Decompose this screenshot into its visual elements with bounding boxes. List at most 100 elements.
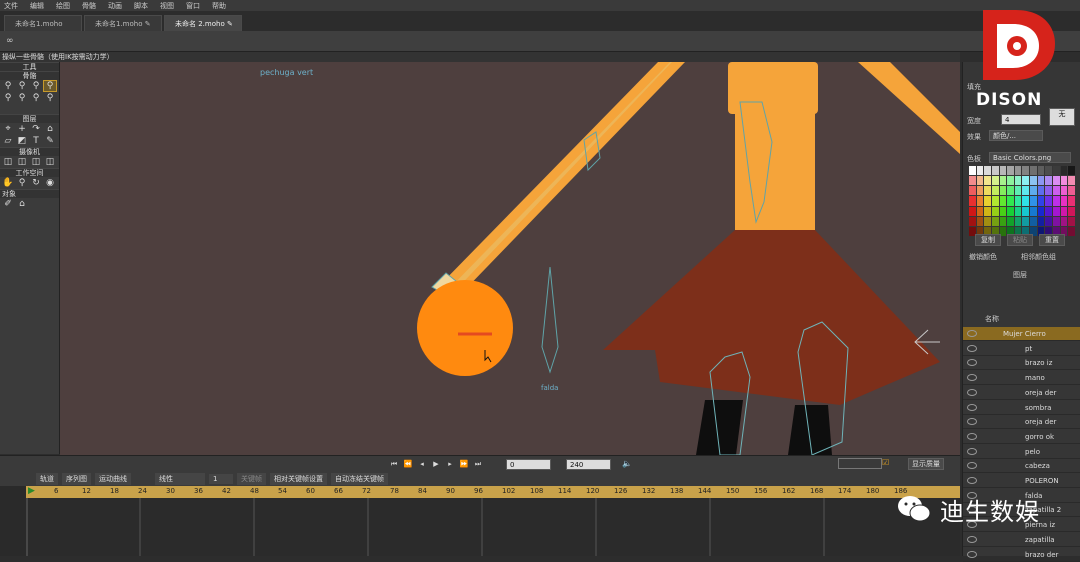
- color-swatch[interactable]: [1045, 196, 1053, 206]
- menu-help[interactable]: 帮助: [212, 1, 226, 11]
- color-swatch[interactable]: [1022, 186, 1030, 196]
- palette-select[interactable]: Basic Colors.png: [989, 152, 1071, 163]
- color-swatch[interactable]: [1068, 226, 1075, 236]
- auto-freeze-option[interactable]: 自动冻结关键帧: [331, 473, 388, 485]
- display-quality-button[interactable]: 显示质量: [908, 458, 944, 470]
- camera-roll-icon[interactable]: ◫: [30, 157, 42, 167]
- pan-icon[interactable]: ✋: [2, 178, 14, 188]
- color-swatch[interactable]: [1014, 216, 1022, 226]
- color-swatch[interactable]: [999, 176, 1007, 186]
- color-swatch[interactable]: [984, 196, 991, 206]
- camera-track-icon[interactable]: ◫: [2, 157, 14, 167]
- eye-icon[interactable]: [967, 432, 977, 440]
- scale-bone-icon[interactable]: ⚲: [30, 81, 42, 91]
- eye-icon[interactable]: [967, 374, 977, 382]
- bone-tool-icon[interactable]: ∞: [6, 36, 14, 46]
- color-swatch[interactable]: [1030, 166, 1037, 176]
- menu-bone[interactable]: 骨骼: [82, 1, 96, 11]
- layer-row[interactable]: gorro ok: [963, 430, 1080, 444]
- color-swatch[interactable]: [1007, 196, 1014, 206]
- color-swatch[interactable]: [1045, 166, 1053, 176]
- paste-button[interactable]: 粘贴: [1007, 234, 1033, 246]
- lock-icon[interactable]: ⌂: [16, 199, 28, 209]
- camera-pan-icon[interactable]: ◫: [44, 157, 56, 167]
- color-swatch[interactable]: [976, 216, 984, 226]
- color-swatch[interactable]: [1037, 206, 1045, 216]
- color-swatch[interactable]: [976, 206, 984, 216]
- color-swatch[interactable]: [969, 176, 976, 186]
- shear-layer-icon[interactable]: ▱: [2, 136, 14, 146]
- color-swatch[interactable]: [1037, 166, 1045, 176]
- color-swatch[interactable]: [1037, 186, 1045, 196]
- color-swatch[interactable]: [1014, 196, 1022, 206]
- layer-row[interactable]: pelo: [963, 445, 1080, 459]
- checkbox-icon[interactable]: ☑: [882, 458, 889, 467]
- tab-channels[interactable]: 轨道: [36, 473, 58, 485]
- first-frame-icon[interactable]: ⏮: [388, 459, 400, 469]
- doc-tab-2[interactable]: 未命名1.moho ✎: [84, 15, 162, 31]
- eraser-icon[interactable]: ✐: [2, 199, 14, 209]
- color-swatch[interactable]: [1053, 196, 1060, 206]
- color-swatch[interactable]: [969, 186, 976, 196]
- translate-bone-icon[interactable]: ⚲: [16, 81, 28, 91]
- color-swatch[interactable]: [969, 196, 976, 206]
- reparent-bone-icon[interactable]: ⚲: [16, 93, 28, 103]
- eyedropper-icon[interactable]: ✎: [44, 136, 56, 146]
- menu-animation[interactable]: 动画: [108, 1, 122, 11]
- doc-tab-1[interactable]: 未命名1.moho: [4, 15, 82, 31]
- effect-select[interactable]: 颜色/...: [989, 130, 1043, 141]
- rotate-workspace-icon[interactable]: ↻: [30, 178, 42, 188]
- color-swatch[interactable]: [1037, 196, 1045, 206]
- manipulate-bone-icon[interactable]: ⚲: [43, 80, 57, 92]
- layer-row[interactable]: brazo der: [963, 548, 1080, 562]
- color-swatch[interactable]: [991, 166, 999, 176]
- orbit-icon[interactable]: ◉: [44, 178, 56, 188]
- keyframe-option[interactable]: 关键帧: [237, 473, 266, 485]
- color-swatch[interactable]: [1014, 176, 1022, 186]
- count-select[interactable]: 1: [209, 474, 233, 484]
- menu-window[interactable]: 窗口: [186, 1, 200, 11]
- rotate-layer-icon[interactable]: ↷: [30, 124, 42, 134]
- color-swatch[interactable]: [991, 176, 999, 186]
- color-swatch[interactable]: [999, 166, 1007, 176]
- select-bone-icon[interactable]: ⚲: [2, 81, 14, 91]
- eye-icon[interactable]: [967, 388, 977, 396]
- next-frame-icon[interactable]: ▸: [444, 459, 456, 469]
- color-swatch[interactable]: [976, 196, 984, 206]
- color-swatch[interactable]: [969, 216, 976, 226]
- color-swatch[interactable]: [1022, 196, 1030, 206]
- color-swatches[interactable]: [969, 166, 1075, 236]
- color-swatch[interactable]: [976, 166, 984, 176]
- color-swatch[interactable]: [991, 206, 999, 216]
- color-swatch[interactable]: [1045, 206, 1053, 216]
- playhead-icon[interactable]: ▶: [28, 486, 35, 496]
- color-swatch[interactable]: [969, 166, 976, 176]
- menu-script[interactable]: 脚本: [134, 1, 148, 11]
- color-swatch[interactable]: [1045, 216, 1053, 226]
- color-swatch[interactable]: [984, 166, 991, 176]
- eye-icon[interactable]: [967, 462, 977, 470]
- color-swatch[interactable]: [1030, 196, 1037, 206]
- bind-points-icon[interactable]: ⚲: [44, 93, 56, 103]
- color-swatch[interactable]: [1060, 206, 1068, 216]
- color-swatch[interactable]: [976, 186, 984, 196]
- timeline-ruler[interactable]: 6 12 18 24 30 36 42 48 54 60 66 72 78 84…: [26, 486, 960, 498]
- color-swatch[interactable]: [1007, 206, 1014, 216]
- color-swatch[interactable]: [1068, 206, 1075, 216]
- color-swatch[interactable]: [999, 216, 1007, 226]
- eye-icon[interactable]: [967, 359, 977, 367]
- translate-layer-icon[interactable]: +: [16, 124, 28, 134]
- layer-row[interactable]: brazo iz: [963, 356, 1080, 371]
- color-swatch[interactable]: [1060, 186, 1068, 196]
- color-swatch[interactable]: [999, 206, 1007, 216]
- relative-keyframe-option[interactable]: 相对关键帧设置: [270, 473, 327, 485]
- play-icon[interactable]: ▶: [430, 459, 442, 469]
- layer-row[interactable]: Mujer Cierro: [963, 327, 1080, 341]
- color-swatch[interactable]: [1053, 176, 1060, 186]
- color-swatch[interactable]: [969, 206, 976, 216]
- color-swatch[interactable]: [1068, 186, 1075, 196]
- reset-button[interactable]: 重置: [1039, 234, 1065, 246]
- eye-icon[interactable]: [967, 403, 977, 411]
- color-swatch[interactable]: [1068, 176, 1075, 186]
- color-swatch[interactable]: [1030, 176, 1037, 186]
